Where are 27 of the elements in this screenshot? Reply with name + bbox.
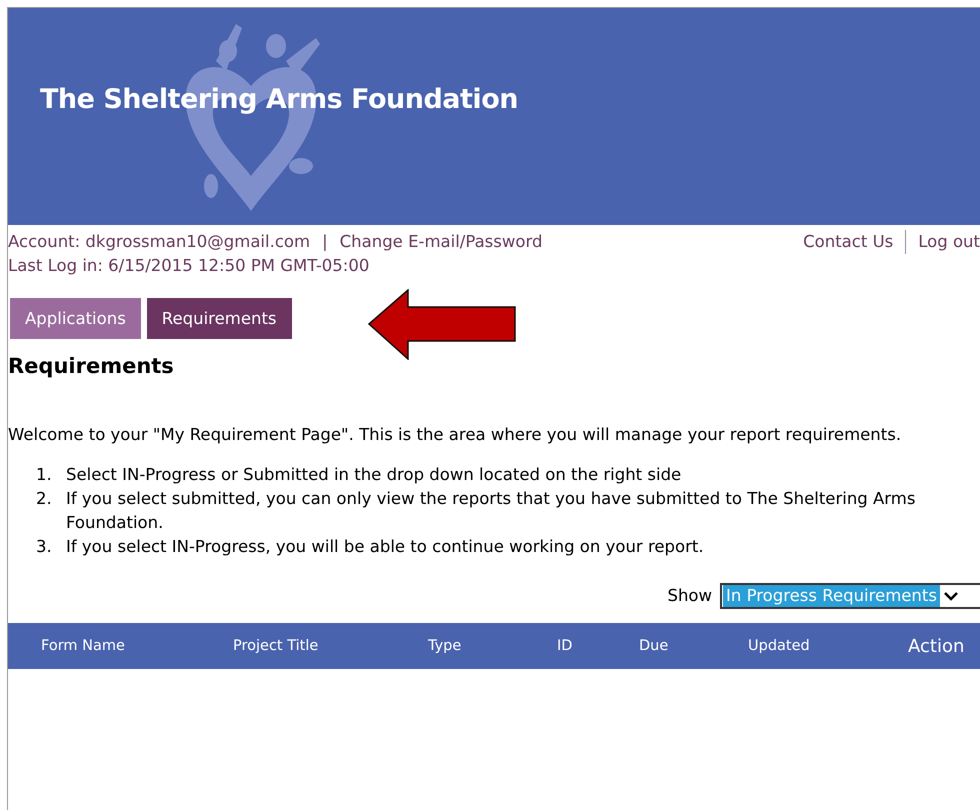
- column-header: Action: [908, 636, 966, 656]
- step-number: 1.: [36, 464, 53, 486]
- site-title: The Sheltering Arms Foundation: [40, 84, 518, 115]
- change-password-link[interactable]: Change E-mail/Password: [340, 230, 542, 254]
- column-header: Project Title: [233, 638, 320, 654]
- step-text: If you select IN-Progress, you will be able to continue working on your report.: [66, 536, 704, 558]
- last-login-text: Last Log in: 6/15/2015 12:50 PM GMT-05:00: [8, 255, 370, 277]
- separator: |: [322, 231, 328, 253]
- header-link[interactable]: Contact Us: [803, 230, 894, 254]
- column-header: Updated: [748, 638, 811, 654]
- show-label: Show: [667, 585, 712, 607]
- step-number: 3.: [36, 536, 53, 558]
- column-header: Type: [428, 638, 462, 654]
- column-header: Form Name: [41, 638, 126, 654]
- page-heading: Requirements: [8, 353, 175, 379]
- left-arrow-icon: [368, 289, 517, 360]
- step-number: 2.: [36, 488, 53, 510]
- step-text: If you select submitted, you can only view the reports that you have submitted to The Sheltering Arms Foundation.: [66, 488, 916, 534]
- nav-tab[interactable]: Requirements: [146, 298, 292, 339]
- column-header: ID: [557, 638, 574, 654]
- nav-tab[interactable]: Applications: [10, 298, 141, 339]
- chevron-down-icon: [942, 590, 959, 602]
- step-text: Select IN-Progress or Submitted in the drop down located on the right side: [66, 464, 682, 486]
- intro-paragraph: Welcome to your "My Requirement Page". This is the area where you will manage your report requirements.: [8, 424, 902, 446]
- header-link[interactable]: Log out: [905, 230, 980, 254]
- column-header: Due: [639, 638, 670, 654]
- account-email: Account: dkgrossman10@gmail.com: [8, 231, 310, 253]
